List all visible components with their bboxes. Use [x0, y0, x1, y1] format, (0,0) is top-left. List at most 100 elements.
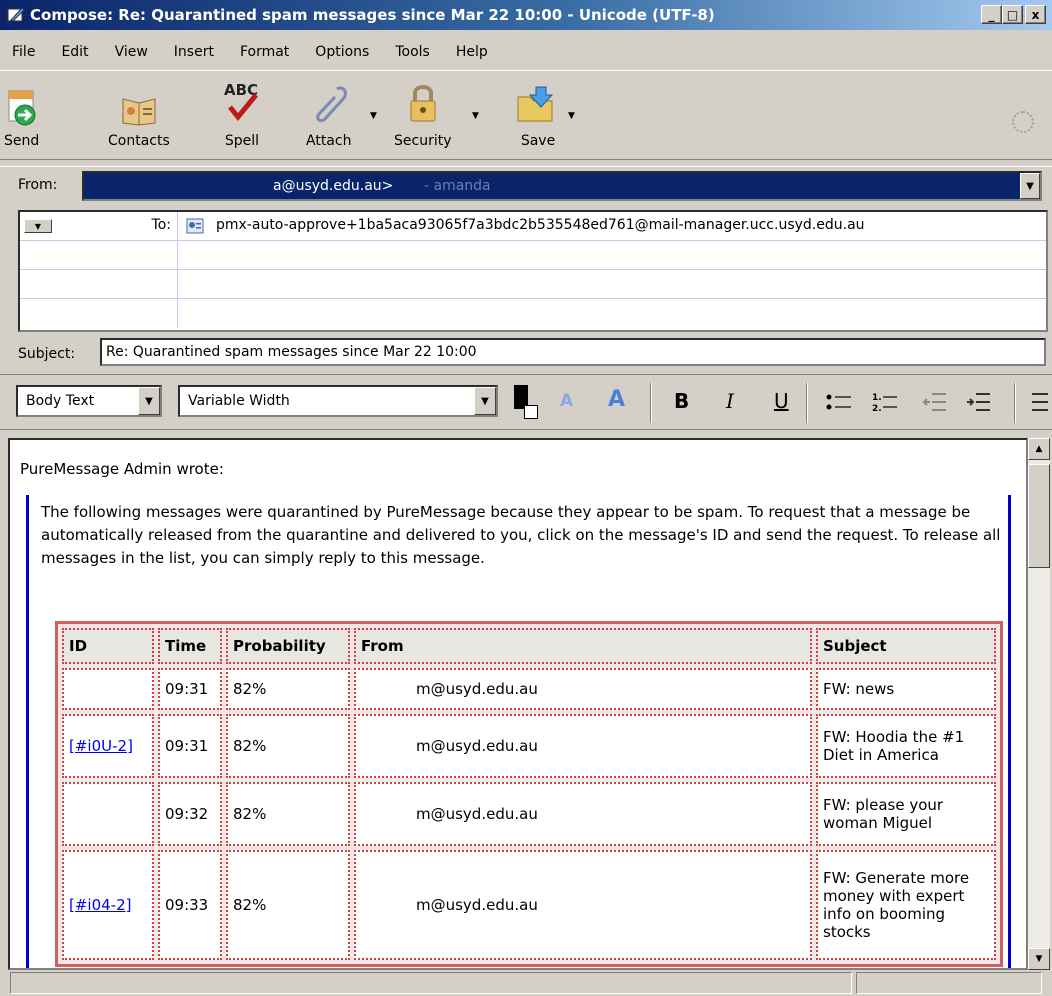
cell-time: 09:31	[158, 668, 222, 710]
font-select[interactable]: Variable Width ▼	[178, 385, 498, 417]
subject-input[interactable]: Re: Quarantined spam messages since Mar …	[100, 338, 1046, 366]
cell-time: 09:32	[158, 782, 222, 846]
column-header-from: From	[354, 628, 812, 664]
cell-from: m@usyd.edu.au	[354, 782, 812, 846]
status-security-panel	[856, 972, 1042, 994]
folder-save-icon	[516, 75, 560, 127]
column-header-time: Time	[158, 628, 222, 664]
security-dropdown-icon[interactable]: ▼	[472, 111, 479, 121]
paragraph-style-dropdown-button[interactable]: ▼	[138, 387, 160, 415]
contact-card-icon	[186, 218, 204, 234]
cell-subject: FW: Generate more money with expert info…	[816, 850, 996, 960]
attach-label: Attach	[306, 133, 352, 149]
send-label: Send	[4, 133, 40, 149]
outdent-icon[interactable]	[922, 391, 946, 418]
title-bar: Compose: Re: Quarantined spam messages s…	[0, 0, 1052, 30]
cell-subject: FW: news	[816, 668, 996, 710]
bulleted-list-icon[interactable]	[826, 391, 852, 418]
minimize-button[interactable]: _	[981, 5, 1002, 24]
to-address-field[interactable]: pmx-auto-approve+1ba5aca93065f7a3bdc2b53…	[216, 217, 865, 233]
body-vertical-scrollbar[interactable]: ▲ ▼	[1028, 438, 1050, 970]
italic-button[interactable]: I	[726, 389, 734, 413]
contacts-button[interactable]: Contacts	[108, 75, 170, 149]
indent-icon[interactable]	[966, 391, 990, 418]
cell-time: 09:31	[158, 714, 222, 778]
address-row[interactable]	[20, 299, 1046, 328]
cell-time: 09:33	[158, 850, 222, 960]
from-name: - amanda	[424, 178, 491, 194]
close-button[interactable]: x	[1025, 5, 1046, 24]
main-toolbar: Send Contacts ABC Spell Attach ▼ Securit…	[0, 70, 1052, 160]
close-icon: x	[1031, 7, 1040, 22]
maximize-button[interactable]: □	[1002, 5, 1023, 24]
cell-subject: FW: please your woman Miguel	[816, 782, 996, 846]
cell-id	[62, 782, 154, 846]
contacts-label: Contacts	[108, 133, 170, 149]
address-type-cell	[20, 299, 178, 328]
chevron-down-icon: ▼	[481, 395, 489, 407]
attach-button[interactable]: Attach	[306, 75, 351, 149]
numbered-list-icon[interactable]: 1. 2.	[872, 391, 898, 418]
maximize-icon: □	[1006, 7, 1019, 22]
toolbar-separator	[650, 383, 652, 423]
from-select[interactable]: a@usyd.edu.au> - amanda ▼	[82, 171, 1042, 201]
send-button[interactable]: Send	[4, 75, 39, 149]
release-message-link[interactable]: [#i04-2]	[69, 896, 131, 914]
align-icon[interactable]	[1030, 391, 1048, 418]
menu-insert[interactable]: Insert	[174, 44, 214, 60]
underline-button[interactable]: U	[774, 389, 789, 413]
cell-from: m@usyd.edu.au	[354, 714, 812, 778]
cell-id: [#i04-2]	[62, 850, 154, 960]
smaller-font-button[interactable]: A	[560, 391, 573, 411]
cell-probability: 82%	[226, 782, 350, 846]
column-header-subject: Subject	[816, 628, 996, 664]
release-message-link[interactable]: [#i0U-2]	[69, 737, 133, 755]
status-bar	[0, 970, 1052, 996]
cell-subject: FW: Hoodia the #1 Diet in America	[816, 714, 996, 778]
scroll-up-button[interactable]: ▲	[1028, 438, 1050, 460]
table-row: [#i04-2] 09:33 82% m@usyd.edu.au FW: Gen…	[62, 850, 996, 960]
cell-id: [#i0U-2]	[62, 714, 154, 778]
chevron-down-icon: ▼	[145, 395, 153, 407]
menu-file[interactable]: File	[12, 44, 35, 60]
menu-format[interactable]: Format	[240, 44, 289, 60]
save-button[interactable]: Save	[516, 75, 560, 149]
quoted-message: The following messages were quarantined …	[26, 495, 1011, 968]
quoted-intro-text: The following messages were quarantined …	[41, 503, 1001, 567]
address-type-cell	[20, 270, 178, 299]
compose-window-icon	[6, 5, 26, 25]
scrollbar-thumb[interactable]	[1028, 464, 1050, 568]
address-type-dropdown[interactable]: ▼	[24, 219, 52, 233]
minimize-icon: _	[988, 7, 995, 22]
bold-button[interactable]: B	[674, 389, 689, 413]
from-dropdown-button[interactable]: ▼	[1020, 173, 1040, 199]
text-color-picker[interactable]	[514, 385, 540, 421]
menu-tools[interactable]: Tools	[395, 44, 430, 60]
svg-text:1.: 1.	[872, 393, 882, 403]
paragraph-style-select[interactable]: Body Text ▼	[16, 385, 162, 417]
message-body-editor[interactable]: PureMessage Admin wrote: The following m…	[8, 438, 1028, 970]
paperclip-icon	[309, 75, 349, 127]
menu-bar: File Edit View Insert Format Options Too…	[0, 40, 514, 64]
scroll-down-button[interactable]: ▼	[1028, 948, 1050, 970]
address-type-cell	[20, 241, 178, 270]
larger-font-button[interactable]: A	[608, 387, 625, 412]
attach-dropdown-icon[interactable]: ▼	[370, 111, 377, 121]
activity-throbber-icon	[1012, 111, 1034, 133]
table-row: 09:32 82% m@usyd.edu.au FW: please your …	[62, 782, 996, 846]
save-dropdown-icon[interactable]: ▼	[568, 111, 575, 121]
spell-button[interactable]: ABC Spell	[222, 75, 262, 149]
menu-edit[interactable]: Edit	[61, 44, 88, 60]
address-row[interactable]	[20, 241, 1046, 270]
menu-view[interactable]: View	[115, 44, 148, 60]
font-dropdown-button[interactable]: ▼	[474, 387, 496, 415]
address-row[interactable]	[20, 270, 1046, 299]
from-row: From: a@usyd.edu.au> - amanda ▼	[0, 166, 1052, 204]
security-button[interactable]: Security	[394, 75, 452, 149]
menu-options[interactable]: Options	[315, 44, 369, 60]
menu-help[interactable]: Help	[456, 44, 488, 60]
table-header-row: ID Time Probability From Subject	[62, 628, 996, 664]
cell-from: m@usyd.edu.au	[354, 850, 812, 960]
from-label: From:	[18, 177, 58, 193]
cell-probability: 82%	[226, 714, 350, 778]
